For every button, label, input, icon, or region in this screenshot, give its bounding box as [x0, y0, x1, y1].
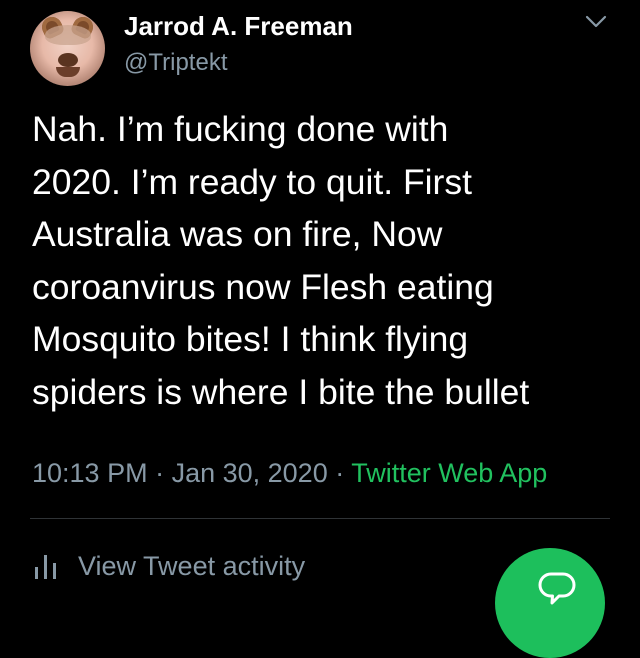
tweet-date: Jan 30, 2020	[171, 458, 328, 488]
view-tweet-activity-button[interactable]: View Tweet activity	[32, 548, 305, 584]
tweet-text: Nah. I’m fucking done with 2020. I’m rea…	[32, 103, 622, 418]
tweet-text-line: Australia was on fire, Now	[32, 214, 443, 254]
user-display-name[interactable]: Jarrod A. Freeman	[124, 10, 353, 42]
tweet-text-line: coroanvirus now Flesh eating	[32, 266, 494, 307]
tweet-text-line: Mosquito bites! I think flying	[32, 319, 469, 359]
speech-bubble-icon	[538, 572, 576, 605]
dog-nose-icon	[58, 53, 78, 67]
reply-fab-button[interactable]	[495, 548, 605, 658]
tweet-source-link[interactable]: Twitter Web App	[351, 458, 547, 488]
tweet-text-line: Nah. I’m fucking done with	[32, 109, 449, 149]
tweet-time: 10:13 PM	[32, 458, 148, 488]
meta-separator: ·	[147, 458, 172, 488]
avatar-hair	[45, 25, 91, 45]
tweet-text-line: 2020. I’m ready to quit. First	[32, 161, 472, 202]
bar-chart-icon	[35, 555, 56, 579]
tweet-text-line: spiders is where I bite the bullet	[32, 371, 530, 412]
user-handle[interactable]: @Triptekt	[124, 49, 228, 77]
avatar[interactable]	[30, 11, 105, 86]
tweet-detail: Jarrod A. Freeman @Triptekt Nah. I’m fuc…	[0, 0, 640, 658]
tweet-metadata: 10:13 PM · Jan 30, 2020 · Twitter Web Ap…	[32, 456, 547, 490]
divider	[30, 518, 610, 519]
dog-mouth-icon	[56, 67, 80, 77]
chevron-down-icon[interactable]	[584, 12, 608, 32]
view-tweet-activity-label: View Tweet activity	[78, 550, 306, 581]
meta-separator: ·	[327, 458, 352, 488]
